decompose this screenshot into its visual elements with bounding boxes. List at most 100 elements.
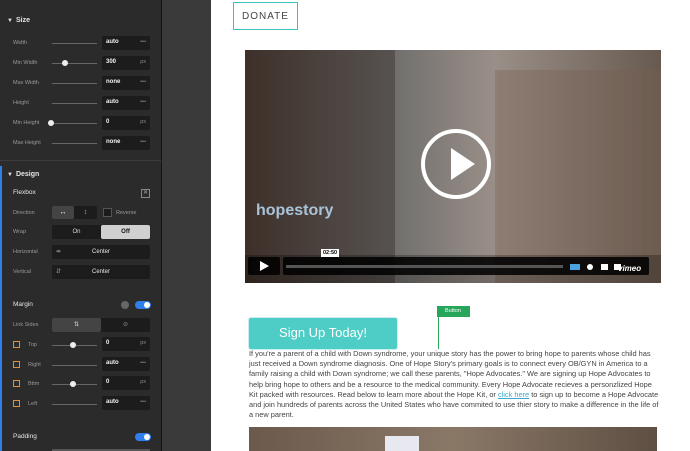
margin-top-slider-thumb[interactable] bbox=[70, 342, 76, 348]
link-icon[interactable]: ⊘ bbox=[101, 318, 150, 332]
height-label: Height bbox=[13, 100, 29, 106]
sign-up-label: Sign Up Today! bbox=[279, 325, 367, 340]
min-width-slider-thumb[interactable] bbox=[62, 60, 68, 66]
max-height-more-icon[interactable]: ••• bbox=[140, 139, 146, 145]
margin-left-field[interactable]: auto ••• bbox=[102, 396, 150, 410]
min-height-value: 0 bbox=[106, 119, 110, 125]
video-shirt-text: hopestory bbox=[256, 202, 334, 219]
margin-top-field[interactable]: 0 px bbox=[102, 337, 150, 351]
video-control-bar: 02:50 vimeo bbox=[283, 249, 649, 275]
min-width-unit[interactable]: px bbox=[140, 59, 146, 65]
vertical-select[interactable]: ⇵ Center bbox=[52, 265, 150, 279]
margin-info-icon[interactable] bbox=[121, 301, 129, 309]
size-section-title: Size bbox=[15, 17, 30, 24]
wrap-on-option[interactable]: On bbox=[52, 225, 101, 239]
margin-right-field[interactable]: auto ••• bbox=[102, 357, 150, 371]
margin-toggle[interactable] bbox=[135, 301, 151, 309]
sign-up-button[interactable]: Sign Up Today! bbox=[249, 318, 397, 349]
margin-left-value: auto bbox=[106, 399, 119, 405]
height-value: auto bbox=[106, 99, 119, 105]
margin-bottom-label: Bttm bbox=[28, 381, 40, 387]
max-width-slider-track[interactable] bbox=[52, 83, 97, 84]
min-width-value: 300 bbox=[106, 59, 117, 65]
element-tag-line bbox=[438, 317, 439, 349]
horizontal-select[interactable]: ⇹ Center bbox=[52, 245, 150, 259]
min-height-slider-thumb[interactable] bbox=[48, 120, 54, 126]
min-height-field[interactable]: 0 px bbox=[102, 116, 150, 130]
design-section-title: Design bbox=[15, 171, 40, 178]
size-section-header[interactable]: ▼ Size bbox=[7, 17, 30, 24]
max-width-label: Max Width bbox=[13, 80, 39, 86]
min-height-unit[interactable]: px bbox=[140, 119, 146, 125]
intro-paragraph: If you're a parent of a child with Down … bbox=[249, 349, 661, 420]
width-more-icon[interactable]: ••• bbox=[140, 39, 146, 45]
height-slider-track[interactable] bbox=[52, 103, 97, 104]
video-person-right bbox=[495, 70, 661, 283]
video-player[interactable]: hopestory 02:50 vimeo bbox=[245, 50, 661, 283]
video-play-button[interactable] bbox=[248, 257, 280, 275]
max-width-more-icon[interactable]: ••• bbox=[140, 79, 146, 85]
margin-bottom-field[interactable]: 0 px bbox=[102, 376, 150, 390]
width-label: Width bbox=[13, 40, 28, 46]
reverse-checkbox[interactable] bbox=[103, 208, 112, 217]
margin-top-icon bbox=[13, 341, 20, 348]
direction-label: Direction bbox=[13, 210, 35, 216]
direction-column-icon[interactable]: ↕ bbox=[74, 206, 97, 219]
min-width-field[interactable]: 300 px bbox=[102, 56, 150, 70]
margin-bottom-value: 0 bbox=[106, 379, 110, 385]
max-width-value: none bbox=[106, 79, 121, 85]
padding-toggle[interactable] bbox=[135, 433, 151, 441]
margin-left-more-icon[interactable]: ••• bbox=[140, 399, 146, 405]
height-field[interactable]: auto ••• bbox=[102, 96, 150, 110]
max-height-value: none bbox=[106, 139, 121, 145]
max-width-field[interactable]: none ••• bbox=[102, 76, 150, 90]
link-sides-label: Link Sides bbox=[13, 322, 39, 328]
collapse-triangle-icon: ▼ bbox=[7, 172, 13, 178]
margin-bottom-unit[interactable]: px bbox=[140, 379, 146, 385]
margin-left-slider-track[interactable] bbox=[52, 404, 97, 405]
link-sides-separate-icon[interactable]: ⇅ bbox=[52, 318, 101, 332]
width-slider-track[interactable] bbox=[52, 43, 97, 44]
margin-bottom-slider-thumb[interactable] bbox=[70, 381, 76, 387]
wrap-toggle: On Off bbox=[52, 225, 150, 239]
margin-right-value: auto bbox=[106, 360, 119, 366]
min-width-label: Min Width bbox=[13, 60, 38, 66]
height-more-icon[interactable]: ••• bbox=[140, 99, 146, 105]
min-width-slider-track[interactable] bbox=[52, 63, 97, 64]
direction-segment: ↔ ↕ bbox=[52, 206, 97, 219]
settings-icon[interactable] bbox=[587, 264, 593, 270]
direction-row-icon[interactable]: ↔ bbox=[52, 206, 74, 219]
canvas-gutter bbox=[162, 0, 211, 451]
play-icon[interactable] bbox=[421, 129, 491, 199]
wrap-off-option[interactable]: Off bbox=[101, 225, 150, 239]
vimeo-logo[interactable]: vimeo bbox=[618, 264, 641, 273]
width-field[interactable]: auto ••• bbox=[102, 36, 150, 50]
min-height-label: Min Height bbox=[13, 120, 40, 126]
volume-icon[interactable] bbox=[570, 264, 580, 270]
max-height-slider-track[interactable] bbox=[52, 143, 97, 144]
margin-top-label: Top bbox=[28, 342, 37, 348]
wrap-label: Wrap bbox=[13, 229, 27, 235]
margin-bottom-icon bbox=[13, 380, 20, 387]
style-panel: ▼ Size Width auto ••• Min Width 300 px Max … bbox=[0, 0, 161, 451]
margin-right-icon bbox=[13, 361, 20, 368]
donate-button[interactable]: DONATE bbox=[233, 2, 298, 30]
min-height-slider-track[interactable] bbox=[52, 123, 97, 124]
video-progress-bar[interactable] bbox=[286, 265, 563, 268]
design-section-header[interactable]: ▼ Design bbox=[7, 171, 39, 178]
section-divider bbox=[0, 160, 161, 161]
flexbox-remove-icon[interactable]: ✕ bbox=[141, 189, 150, 198]
vertical-value: Center bbox=[91, 269, 110, 275]
max-height-field[interactable]: none ••• bbox=[102, 136, 150, 150]
pip-icon[interactable] bbox=[601, 264, 608, 270]
click-here-link[interactable]: click here bbox=[498, 390, 529, 399]
margin-right-more-icon[interactable]: ••• bbox=[140, 360, 146, 366]
video-time: 02:50 bbox=[321, 249, 340, 257]
margin-top-value: 0 bbox=[106, 340, 110, 346]
margin-right-slider-track[interactable] bbox=[52, 365, 97, 366]
video-controls: 02:50 vimeo bbox=[245, 249, 661, 283]
collapse-triangle-icon: ▼ bbox=[7, 18, 13, 24]
margin-top-unit[interactable]: px bbox=[140, 340, 146, 346]
vertical-label: Vertical bbox=[13, 269, 32, 275]
horizontal-label: Horizontal bbox=[13, 249, 38, 255]
